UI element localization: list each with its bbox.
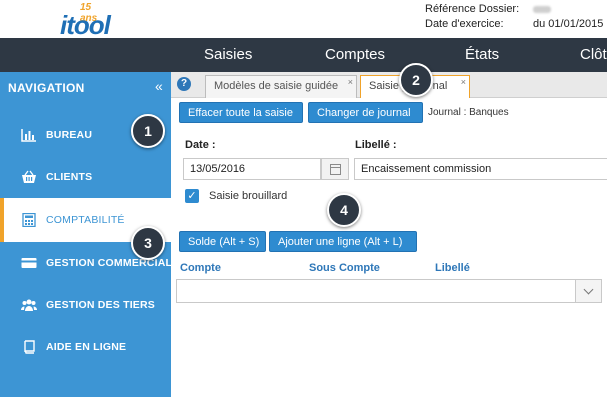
sidebar-item-clients[interactable]: CLIENTS (0, 156, 171, 198)
tab-label: Modèles de saisie guidée (214, 80, 339, 92)
sidebar-item-label: GESTION DES TIERS (46, 299, 155, 311)
sidebar-item-label: COMPTABILITÉ (46, 214, 125, 226)
dossier-info: Référence Dossier: Date d'exercice: du 01… (425, 2, 603, 32)
itool-logo[interactable]: 15 ans itool (30, 2, 111, 40)
topnav-comptes[interactable]: Comptes (325, 46, 385, 63)
journal-value: Banques (469, 107, 509, 118)
ref-dossier-value-blurred (533, 6, 551, 13)
sidebar-item-aide[interactable]: AIDE EN LIGNE (0, 326, 171, 368)
journal-prefix: Journal : (428, 107, 470, 118)
callout-3: 3 (131, 226, 165, 260)
tab-modeles-saisie[interactable]: Modèles de saisie guidée × (205, 75, 357, 98)
logo-wordmark: itool (60, 10, 111, 40)
add-line-button[interactable]: Ajouter une ligne (Alt + L) (269, 231, 417, 252)
change-journal-button[interactable]: Changer de journal (308, 102, 423, 123)
libelle-field[interactable]: Encaissement commission (354, 158, 607, 180)
main-content: ? Modèles de saisie guidée × Saisie p rna… (171, 72, 607, 397)
exercise-date-value: du 01/01/2015 (533, 18, 604, 30)
compte-select[interactable] (176, 279, 602, 303)
tabs-bar: ? Modèles de saisie guidée × Saisie p rna… (171, 72, 607, 98)
sidebar-item-label: BUREAU (46, 129, 93, 141)
app-header: 15 ans itool Référence Dossier: Date d'e… (0, 0, 607, 40)
callout-1: 1 (131, 114, 165, 148)
chevron-down-icon (583, 284, 594, 295)
clear-entry-button[interactable]: Effacer toute la saisie (179, 102, 303, 123)
sidebar-item-label: GESTION COMMERCIALE (46, 257, 180, 269)
sidebar-item-label: AIDE EN LIGNE (46, 341, 127, 353)
sidebar-title: NAVIGATION (8, 81, 85, 95)
col-compte[interactable]: Compte (180, 262, 221, 274)
dropdown-button[interactable] (575, 280, 601, 302)
calendar-button[interactable] (321, 158, 349, 180)
col-libelle[interactable]: Libellé (435, 262, 470, 274)
topnav-saisies[interactable]: Saisies (204, 46, 252, 63)
draft-label: Saisie brouillard (209, 190, 288, 202)
exercise-date-label: Date d'exercice: (425, 18, 504, 30)
sidebar-item-label: CLIENTS (46, 171, 93, 183)
callout-2: 2 (399, 63, 433, 97)
sidebar-item-gestion-tiers[interactable]: GESTION DES TIERS (0, 284, 171, 326)
close-icon[interactable]: × (461, 77, 466, 87)
ref-dossier-label: Référence Dossier: (425, 3, 520, 15)
date-field[interactable]: 13/05/2016 (183, 158, 321, 180)
top-navigation: Saisies Comptes États Clôt (0, 38, 607, 72)
callout-4: 4 (327, 193, 361, 227)
libelle-label: Libellé : (355, 139, 397, 151)
help-icon[interactable]: ? (177, 77, 191, 91)
bar-chart-icon (21, 129, 36, 142)
card-icon (21, 258, 37, 268)
topnav-etats[interactable]: États (465, 46, 499, 63)
book-icon (24, 340, 35, 354)
topnav-cloture[interactable]: Clôt (580, 46, 607, 63)
draft-checkbox[interactable]: ✓ (185, 189, 199, 203)
users-icon (21, 299, 37, 311)
calculator-icon (22, 213, 36, 227)
journal-indicator: Journal : Banques (428, 107, 509, 118)
solde-button[interactable]: Solde (Alt + S) (179, 231, 266, 252)
collapse-sidebar-icon[interactable]: « (155, 78, 163, 94)
date-label: Date : (185, 139, 216, 151)
basket-icon (22, 170, 36, 183)
col-sous-compte[interactable]: Sous Compte (309, 262, 380, 274)
calendar-icon (330, 164, 341, 175)
close-icon[interactable]: × (348, 77, 353, 87)
